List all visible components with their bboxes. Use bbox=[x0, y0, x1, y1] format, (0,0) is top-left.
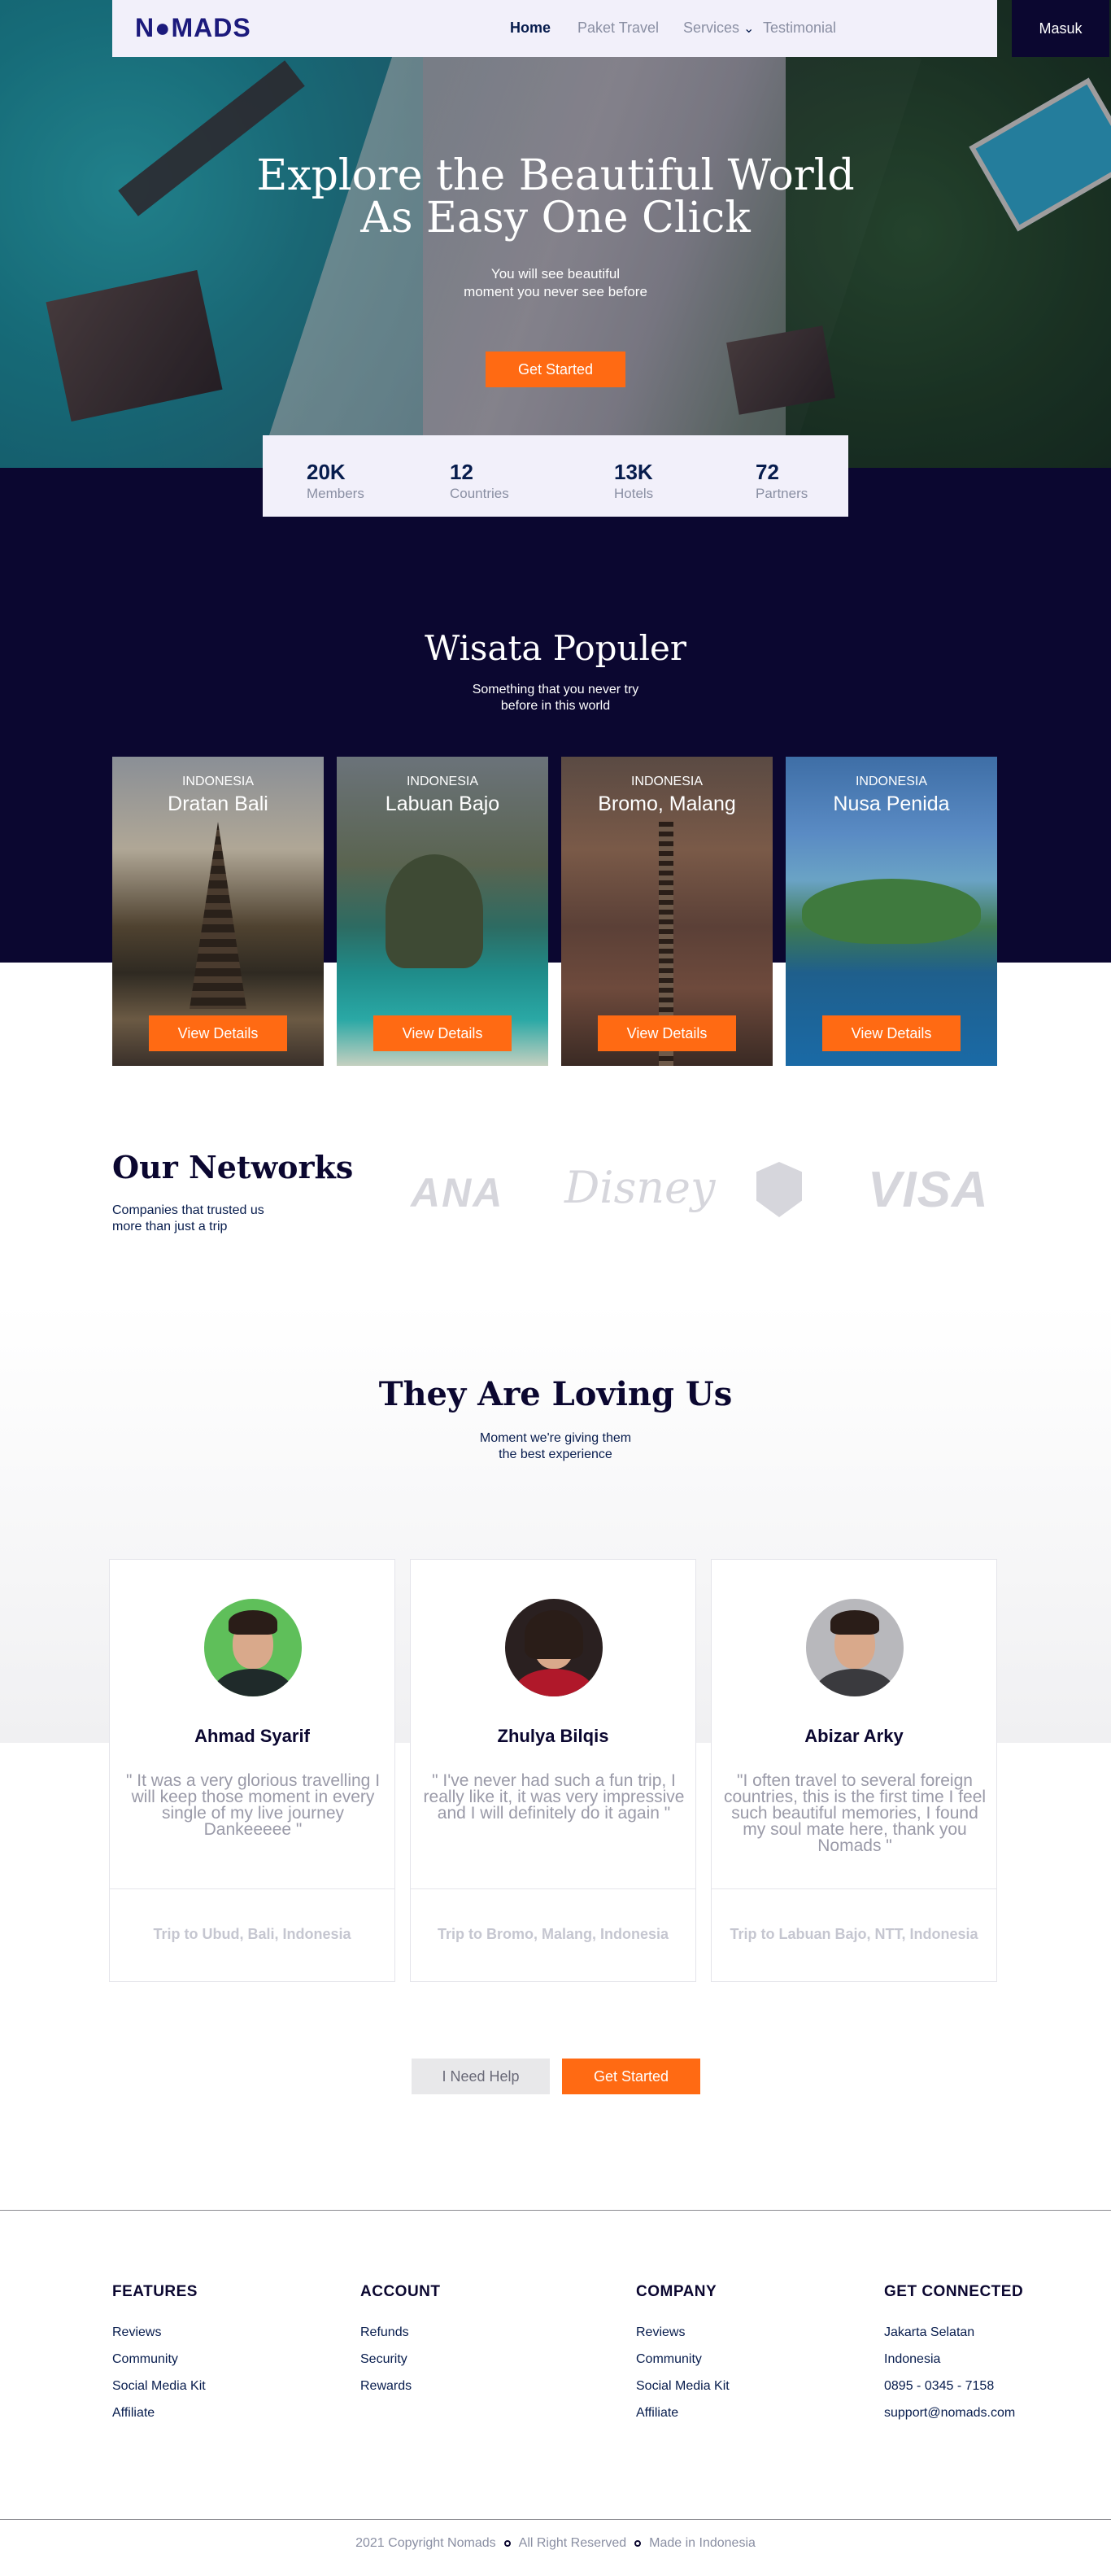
island-image bbox=[802, 879, 981, 944]
separator-dot-icon bbox=[503, 2539, 511, 2547]
hero-title: Explore the Beautiful World As Easy One … bbox=[0, 155, 1111, 239]
footer-country: Indonesia bbox=[884, 2352, 941, 2366]
popular-subtitle: Something that you never try before in t… bbox=[472, 683, 639, 713]
popular-title: Wisata Populer bbox=[425, 628, 686, 668]
footer-company-column: COMPANY Reviews Community Social Media K… bbox=[636, 2283, 730, 2426]
copyright: 2021 Copyright Nomads All Right Reserved M… bbox=[355, 2536, 756, 2550]
stats-bar: 20K Members 12 Countries 13K Hotels 72 P… bbox=[263, 435, 848, 517]
footer-link[interactable]: Social Media Kit bbox=[112, 2373, 206, 2399]
hero-title-line2: As Easy One Click bbox=[360, 194, 751, 242]
avatar bbox=[806, 1599, 904, 1696]
footer-phone[interactable]: 0895 - 0345 - 7158 bbox=[884, 2373, 1023, 2399]
nav-testimonial-link[interactable]: Testimonial bbox=[763, 20, 836, 37]
footer-link[interactable]: Reviews bbox=[636, 2319, 730, 2346]
testimonials-title: They Are Loving Us bbox=[378, 1375, 733, 1413]
footer-email[interactable]: support@nomads.com bbox=[884, 2399, 1023, 2426]
footer-link[interactable]: Security bbox=[360, 2346, 441, 2373]
footer-link[interactable]: Community bbox=[112, 2346, 206, 2373]
stat-partners: 72 Partners bbox=[756, 460, 808, 501]
networks-subtitle: Companies that trusted us more than just… bbox=[112, 1203, 264, 1233]
avatar bbox=[505, 1599, 603, 1696]
footer-divider-bottom bbox=[0, 2519, 1111, 2520]
pagoda-image bbox=[190, 822, 246, 1009]
destination-card-nusa-penida[interactable]: INDONESIA Nusa Penida View Details bbox=[786, 757, 997, 1066]
nav-home-link[interactable]: Home bbox=[510, 20, 551, 37]
hero-subtitle: You will see beautiful moment you never … bbox=[464, 266, 647, 299]
get-started-button[interactable]: Get Started bbox=[562, 2059, 700, 2094]
hero-section: Explore the Beautiful World As Easy One … bbox=[0, 0, 1111, 468]
testimonial-card: Ahmad Syarif " It was a very glorious tr… bbox=[109, 1559, 395, 1982]
footer-address: Jakarta Selatan bbox=[884, 2325, 975, 2339]
disney-logo: Disney bbox=[564, 1162, 716, 1213]
footer-link[interactable]: Social Media Kit bbox=[636, 2373, 730, 2399]
footer-account-column: ACCOUNT Refunds Security Rewards bbox=[360, 2283, 441, 2399]
footer-link[interactable]: Affiliate bbox=[636, 2399, 730, 2426]
need-help-button[interactable]: I Need Help bbox=[412, 2059, 550, 2094]
avatar bbox=[204, 1599, 302, 1696]
cliff-image bbox=[386, 854, 483, 968]
visa-logo: VISA bbox=[868, 1162, 989, 1218]
stat-members: 20K Members bbox=[307, 460, 364, 501]
networks-title: Our Networks bbox=[112, 1149, 354, 1185]
view-details-button[interactable]: View Details bbox=[822, 1015, 961, 1051]
testimonial-card: Zhulya Bilqis " I've never had such a fu… bbox=[410, 1559, 696, 1982]
footer-link[interactable]: Rewards bbox=[360, 2373, 441, 2399]
destination-card-bromo-malang[interactable]: INDONESIA Bromo, Malang View Details bbox=[561, 757, 773, 1066]
chevron-down-icon[interactable]: ⌄ bbox=[743, 20, 754, 37]
stat-hotels: 13K Hotels bbox=[614, 460, 654, 501]
nav-services-link[interactable]: Services bbox=[683, 20, 739, 37]
hero-title-line1: Explore the Beautiful World bbox=[256, 151, 855, 200]
footer-divider-top bbox=[0, 2210, 1111, 2211]
view-details-button[interactable]: View Details bbox=[598, 1015, 736, 1051]
testimonials-subtitle: Moment we're giving them the best experi… bbox=[479, 1431, 632, 1461]
masuk-button[interactable]: Masuk bbox=[1012, 0, 1109, 57]
nav-paket-travel-link[interactable]: Paket Travel bbox=[577, 20, 659, 37]
footer-get-connected-column: GET CONNECTED Jakarta Selatan Indonesia … bbox=[884, 2283, 1023, 2426]
footer-link[interactable]: Reviews bbox=[112, 2319, 206, 2346]
destination-card-labuan-bajo[interactable]: INDONESIA Labuan Bajo View Details bbox=[337, 757, 548, 1066]
hero-get-started-button[interactable]: Get Started bbox=[486, 351, 625, 387]
view-details-button[interactable]: View Details bbox=[373, 1015, 512, 1051]
separator-dot-icon bbox=[634, 2539, 642, 2547]
footer-link[interactable]: Community bbox=[636, 2346, 730, 2373]
view-details-button[interactable]: View Details bbox=[149, 1015, 287, 1051]
nomads-logo[interactable]: N●MADS bbox=[135, 13, 251, 43]
stat-countries: 12 Countries bbox=[450, 460, 509, 501]
testimonial-card: Abizar Arky "I often travel to several f… bbox=[711, 1559, 997, 1982]
navbar: N●MADS Home Paket Travel Services ⌄ Test… bbox=[112, 0, 1109, 57]
footer-features-column: FEATURES Reviews Community Social Media … bbox=[112, 2283, 206, 2426]
destination-card-dratan-bali[interactable]: INDONESIA Dratan Bali View Details bbox=[112, 757, 324, 1066]
footer-link[interactable]: Affiliate bbox=[112, 2399, 206, 2426]
ana-logo: ANA bbox=[411, 1170, 504, 1216]
shield-logo-icon bbox=[756, 1162, 802, 1217]
footer-link[interactable]: Refunds bbox=[360, 2319, 441, 2346]
